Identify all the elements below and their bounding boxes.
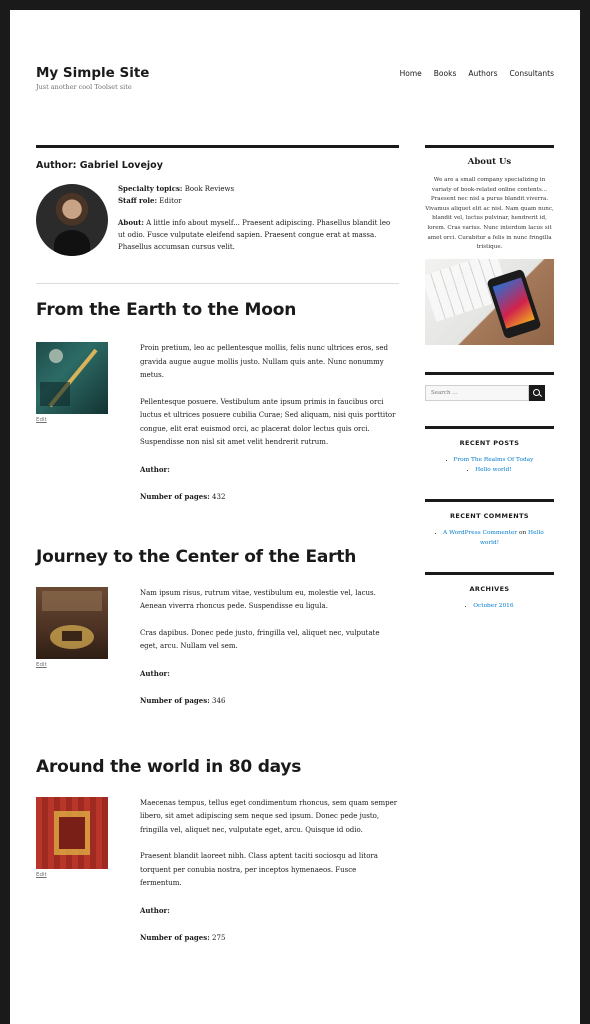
- book-text: Proin pretium, leo ac pellentesque molli…: [140, 342, 399, 505]
- nav-item-home[interactable]: Home: [400, 69, 422, 78]
- author-bio: About: A little info about myself... Pra…: [118, 217, 399, 253]
- list-item: A WordPress Commenter on Hello world!: [425, 528, 554, 548]
- book-pages-label: Number of pages:: [140, 492, 210, 501]
- edit-link[interactable]: Edit: [36, 417, 47, 423]
- book-entry: Around the world in 80 days Edit Maecena…: [36, 757, 399, 946]
- cover-art: [42, 590, 102, 649]
- search-widget: [425, 371, 554, 401]
- sidebar: About Us We are a small company speciali…: [425, 145, 554, 611]
- author-info: Specialty topics: Book Reviews Staff rol…: [118, 183, 399, 253]
- author-box: Specialty topics: Book Reviews Staff rol…: [36, 171, 399, 275]
- specialty-label: Specialty topics:: [118, 184, 183, 193]
- book-pages-label: Number of pages:: [140, 696, 210, 705]
- book-pages-value: 432: [212, 493, 226, 501]
- site-description: Just another cool Toolset site: [36, 83, 132, 91]
- book-pages-label: Number of pages:: [140, 933, 210, 942]
- book-text: Nam ipsum risus, rutrum vitae, vestibulu…: [140, 587, 399, 709]
- cover-art: [40, 348, 98, 408]
- phone-keyboard-image: [425, 258, 554, 345]
- book-paragraph: Nam ipsum risus, rutrum vitae, vestibulu…: [140, 588, 376, 611]
- book-cover-image[interactable]: [36, 796, 108, 869]
- book-pages-row: Number of pages: 346: [140, 694, 399, 709]
- book-paragraph: Pellentesque posuere. Vestibulum ante ip…: [140, 397, 396, 447]
- avatar: [36, 184, 108, 256]
- search-form: [425, 384, 554, 401]
- search-button[interactable]: [529, 384, 545, 401]
- recent-post-link[interactable]: From The Realms Of Today: [453, 457, 533, 463]
- staff-role-value: Editor: [159, 197, 182, 205]
- book-body: Edit Maecenas tempus, tellus eget condim…: [36, 796, 399, 946]
- search-input[interactable]: [425, 384, 529, 401]
- book-paragraph: Maecenas tempus, tellus eget condimentum…: [140, 798, 398, 834]
- list-item: Hello world!: [425, 465, 554, 475]
- specialty-value: Book Reviews: [184, 185, 235, 193]
- book-cover-image[interactable]: [36, 342, 108, 414]
- book-pages-row: Number of pages: 432: [140, 490, 399, 505]
- divider: [36, 145, 399, 148]
- archives-widget: ARCHIVES October 2016: [425, 571, 554, 611]
- site-title[interactable]: My Simple Site: [36, 65, 149, 81]
- book-entry: From the Earth to the Moon Edit Proin pr…: [36, 300, 399, 505]
- book-text: Maecenas tempus, tellus eget condimentum…: [140, 797, 399, 946]
- list-item: October 2016: [425, 601, 554, 611]
- book-entry: Journey to the Center of the Earth Edit …: [36, 547, 399, 709]
- book-title[interactable]: Journey to the Center of the Earth: [36, 547, 399, 567]
- main-nav: Home Books Authors Consultants: [400, 69, 554, 78]
- book-paragraph: Proin pretium, leo ac pellentesque molli…: [140, 344, 388, 379]
- archive-link[interactable]: October 2016: [473, 603, 513, 609]
- staff-role-row: Staff role: Editor: [118, 195, 399, 207]
- about-text: We are a small company specializing in v…: [425, 177, 554, 251]
- recent-comments-list: A WordPress Commenter on Hello world!: [425, 528, 554, 548]
- archives-list: October 2016: [425, 601, 554, 611]
- divider: [36, 283, 399, 284]
- search-icon-handle: [539, 393, 542, 397]
- book-body: Edit Nam ipsum risus, rutrum vitae, vest…: [36, 586, 399, 709]
- cover-art: [54, 810, 90, 855]
- specialty-row: Specialty topics: Book Reviews: [118, 183, 399, 195]
- book-paragraph: Praesent blandit laoreet nibh. Class apt…: [140, 852, 378, 887]
- about-label: About:: [118, 218, 144, 227]
- nav-item-authors[interactable]: Authors: [468, 69, 497, 78]
- edit-link[interactable]: Edit: [36, 872, 47, 878]
- main-content: Author: Gabriel Lovejoy Specialty topics…: [36, 145, 399, 959]
- nav-item-consultants[interactable]: Consultants: [510, 69, 554, 78]
- about-widget: About Us We are a small company speciali…: [425, 145, 554, 345]
- book-body: Edit Proin pretium, leo ac pellentesque …: [36, 342, 399, 505]
- recent-post-link[interactable]: Hello world!: [475, 467, 512, 473]
- staff-role-label: Staff role:: [118, 196, 158, 205]
- book-author-row: Author:: [140, 667, 399, 682]
- book-author-label: Author:: [140, 668, 170, 678]
- page: My Simple Site Just another cool Toolset…: [10, 10, 580, 1024]
- phone-graphic: [486, 268, 542, 340]
- book-pages-value: 346: [212, 697, 226, 705]
- commenter-link[interactable]: A WordPress Commenter: [443, 530, 517, 536]
- recent-comments-title: RECENT COMMENTS: [449, 511, 530, 520]
- recent-posts-widget: RECENT POSTS From The Realms Of Today He…: [425, 425, 554, 475]
- book-author-row: Author:: [140, 463, 399, 478]
- about-title: About Us: [467, 157, 512, 167]
- edit-link[interactable]: Edit: [36, 662, 47, 668]
- recent-posts-list: From The Realms Of Today Hello world!: [425, 455, 554, 475]
- about-text: A little info about myself... Praesent a…: [118, 219, 391, 251]
- author-heading: Author: Gabriel Lovejoy: [36, 160, 163, 171]
- archives-title: ARCHIVES: [469, 584, 510, 593]
- book-title[interactable]: Around the world in 80 days: [36, 757, 399, 777]
- book-pages-value: 275: [212, 934, 226, 942]
- book-author-label: Author:: [140, 905, 170, 915]
- phone-screen: [492, 277, 535, 329]
- nav-item-books[interactable]: Books: [434, 69, 457, 78]
- comment-on-text: on: [518, 529, 527, 536]
- recent-comments-widget: RECENT COMMENTS A WordPress Commenter on…: [425, 498, 554, 548]
- book-author-row: Author:: [140, 904, 399, 919]
- book-author-label: Author:: [140, 464, 170, 474]
- book-pages-row: Number of pages: 275: [140, 931, 399, 946]
- book-cover-image[interactable]: [36, 586, 108, 659]
- list-item: From The Realms Of Today: [425, 455, 554, 465]
- book-paragraph: Cras dapibus. Donec pede justo, fringill…: [140, 628, 380, 651]
- recent-posts-title: RECENT POSTS: [459, 438, 520, 447]
- book-title[interactable]: From the Earth to the Moon: [36, 300, 399, 320]
